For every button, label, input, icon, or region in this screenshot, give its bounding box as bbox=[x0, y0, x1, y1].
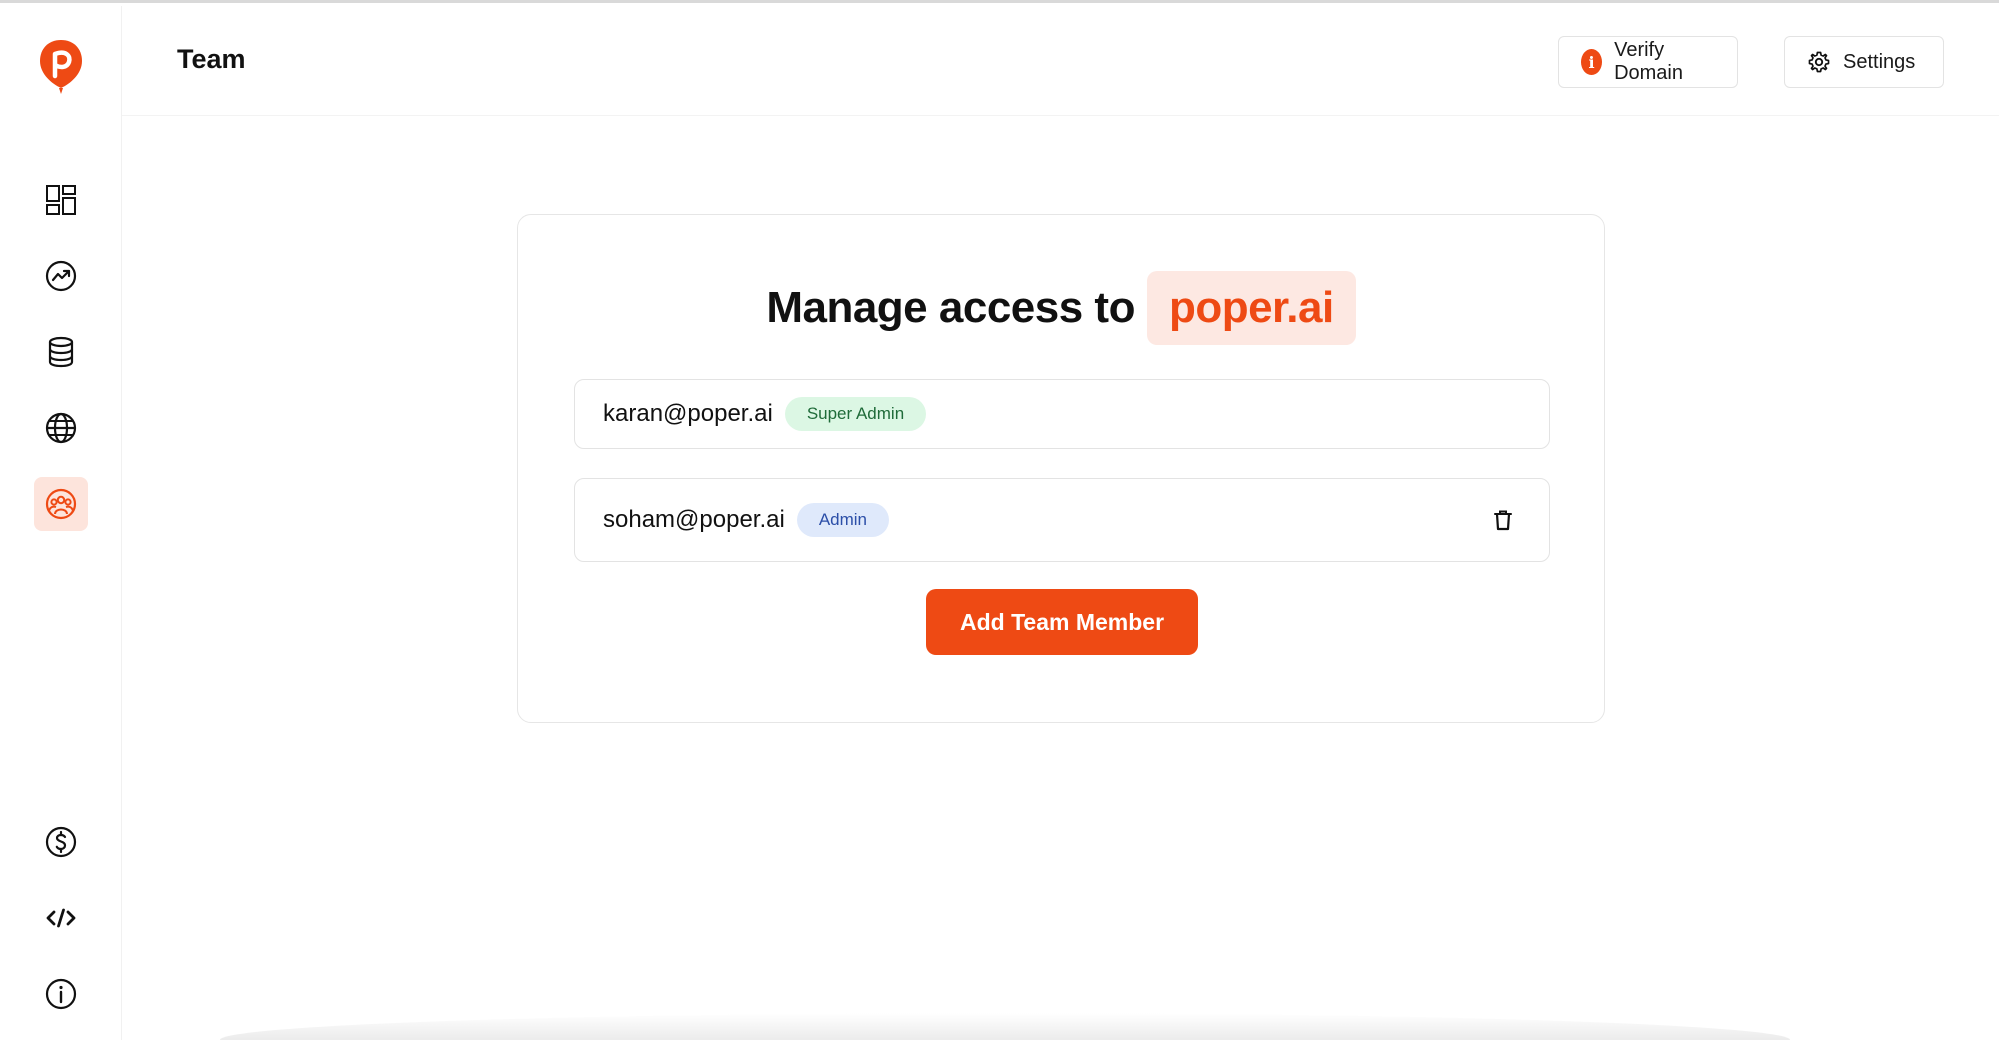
code-icon bbox=[46, 908, 76, 928]
alert-info-icon: i bbox=[1581, 49, 1603, 75]
card-heading: Manage access to poper.ai bbox=[518, 271, 1604, 345]
verify-domain-label: Verify Domain bbox=[1614, 39, 1683, 84]
member-email: karan@poper.ai bbox=[603, 400, 773, 427]
team-access-card: Manage access to poper.ai karan@poper.ai… bbox=[517, 214, 1605, 723]
sidebar-item-developer[interactable] bbox=[34, 891, 88, 945]
database-icon bbox=[48, 336, 74, 368]
sidebar-item-team[interactable] bbox=[34, 477, 88, 531]
heading-text: Manage access to bbox=[766, 283, 1135, 332]
trend-icon bbox=[45, 260, 77, 292]
page-title: Team bbox=[177, 44, 246, 74]
sidebar bbox=[0, 6, 122, 1040]
info-icon bbox=[45, 978, 77, 1010]
globe-icon bbox=[45, 412, 77, 444]
grid-icon bbox=[46, 185, 76, 215]
add-team-member-button[interactable]: Add Team Member bbox=[926, 589, 1198, 655]
app-window: Team i Verify Domain Settings Manage acc… bbox=[0, 0, 1999, 1040]
sidebar-item-web[interactable] bbox=[34, 401, 88, 455]
bottom-shadow bbox=[220, 1013, 1790, 1040]
team-icon bbox=[45, 488, 77, 520]
sidebar-item-billing[interactable] bbox=[34, 815, 88, 869]
gear-icon bbox=[1808, 51, 1830, 73]
verify-domain-button[interactable]: i Verify Domain bbox=[1558, 36, 1738, 88]
member-row: soham@poper.ai Admin bbox=[574, 478, 1550, 562]
sidebar-item-analytics[interactable] bbox=[34, 249, 88, 303]
member-email: soham@poper.ai bbox=[603, 506, 785, 533]
sidebar-item-info[interactable] bbox=[34, 967, 88, 1021]
trash-icon bbox=[1494, 510, 1512, 531]
sidebar-item-data[interactable] bbox=[34, 325, 88, 379]
dollar-icon bbox=[45, 826, 77, 858]
settings-label: Settings bbox=[1843, 50, 1916, 73]
role-badge-admin: Admin bbox=[796, 503, 889, 537]
poper-logo-icon[interactable] bbox=[38, 38, 84, 96]
delete-member-button[interactable] bbox=[1485, 502, 1521, 538]
sidebar-item-dashboard[interactable] bbox=[34, 173, 88, 227]
role-badge-super-admin: Super Admin bbox=[784, 397, 927, 431]
member-row: karan@poper.ai Super Admin bbox=[574, 379, 1550, 449]
settings-button[interactable]: Settings bbox=[1784, 36, 1944, 88]
domain-chip: poper.ai bbox=[1146, 271, 1356, 345]
top-header: Team i Verify Domain Settings bbox=[122, 6, 1999, 116]
